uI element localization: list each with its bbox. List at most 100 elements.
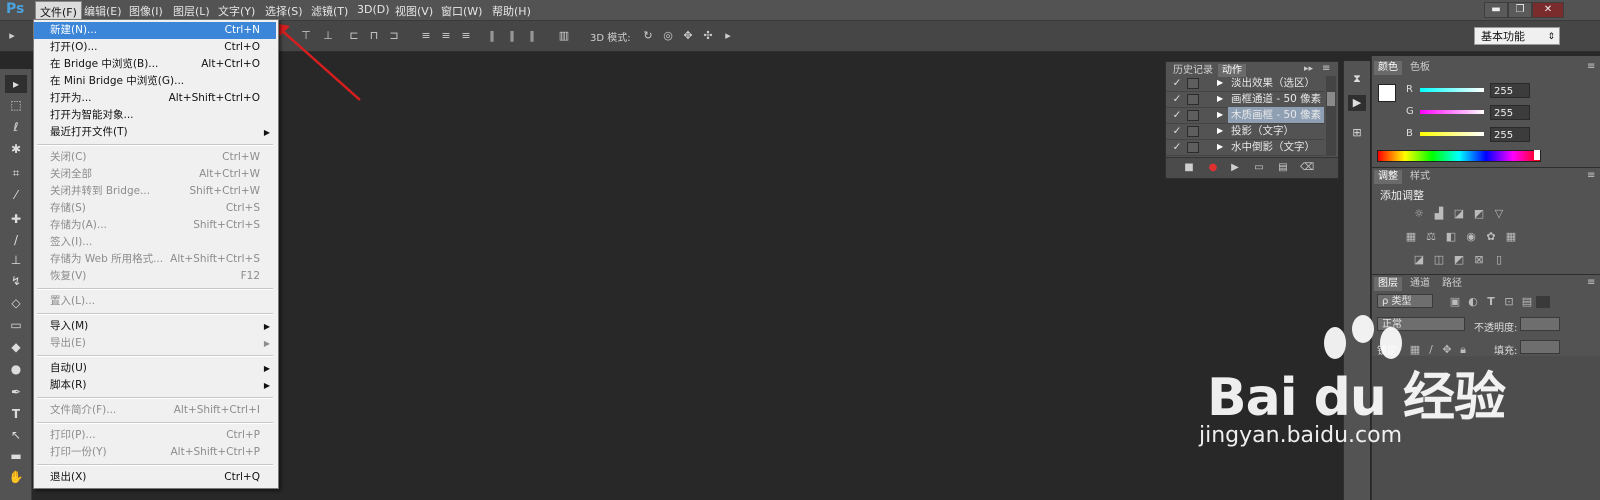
distribute-left-icon[interactable]: ‖ <box>486 30 498 42</box>
blur-tool-icon[interactable]: ◆ <box>5 338 27 356</box>
black-white-icon[interactable]: ◧ <box>1444 231 1458 243</box>
menu-item-open[interactable]: 打开(O)... Ctrl+O <box>34 39 276 56</box>
menu-item-browse-bridge[interactable]: 在 Bridge 中浏览(B)... Alt+Ctrl+O <box>34 56 276 73</box>
panel-menu-icon[interactable]: ≡ <box>1587 61 1595 72</box>
gradient-map-icon[interactable]: ▯ <box>1492 254 1506 266</box>
green-slider[interactable] <box>1420 110 1484 114</box>
brush-tool-icon[interactable]: / <box>5 231 27 249</box>
tab-adjustments[interactable]: 调整 <box>1374 170 1402 184</box>
menu-select[interactable]: 选择(S) <box>265 3 303 19</box>
menu-type[interactable]: 文字(Y) <box>218 3 255 19</box>
gradient-tool-icon[interactable]: ▭ <box>5 316 27 334</box>
menu-layer[interactable]: 图层(L) <box>173 3 210 19</box>
play-icon[interactable]: ▶ <box>1228 161 1242 175</box>
menu-edit[interactable]: 编辑(E) <box>84 3 122 19</box>
dodge-tool-icon[interactable]: ● <box>5 360 27 378</box>
type-filter-icon[interactable]: T <box>1484 296 1498 308</box>
threshold-icon[interactable]: ◩ <box>1452 254 1466 266</box>
posterize-icon[interactable]: ◫ <box>1432 254 1446 266</box>
menu-image[interactable]: 图像(I) <box>129 3 163 19</box>
distribute-top-icon[interactable]: ≡ <box>420 30 432 42</box>
path-select-icon[interactable]: ↖ <box>5 426 27 444</box>
dialog-toggle-icon[interactable] <box>1187 142 1199 153</box>
dialog-toggle-icon[interactable] <box>1187 78 1199 89</box>
pixel-filter-icon[interactable]: ▣ <box>1448 296 1462 308</box>
dialog-toggle-icon[interactable] <box>1187 126 1199 137</box>
menu-item-open-smart-object[interactable]: 打开为智能对象... <box>34 107 276 124</box>
curves-icon[interactable]: ◪ <box>1452 208 1466 220</box>
foreground-color-swatch[interactable] <box>1378 84 1396 102</box>
action-row[interactable]: ✓ ▶ 投影（文字） <box>1166 123 1324 140</box>
tab-color[interactable]: 颜色 <box>1374 61 1402 75</box>
new-action-icon[interactable]: ▤ <box>1276 161 1290 175</box>
adjust-filter-icon[interactable]: ◐ <box>1466 296 1480 308</box>
shape-tool-icon[interactable]: ▬ <box>5 447 27 465</box>
dialog-toggle-icon[interactable] <box>1187 94 1199 105</box>
close-icon[interactable]: ✕ <box>1532 2 1564 18</box>
stamp-tool-icon[interactable]: ⊥ <box>5 251 27 269</box>
shape-filter-icon[interactable]: ⊡ <box>1502 296 1516 308</box>
eraser-tool-icon[interactable]: ◇ <box>5 294 27 312</box>
check-icon[interactable]: ✓ <box>1170 123 1184 139</box>
action-row[interactable]: ✓ ▶ 淡出效果（选区） <box>1166 75 1324 92</box>
tab-swatches[interactable]: 色板 <box>1406 61 1434 75</box>
channel-mixer-icon[interactable]: ✿ <box>1484 231 1498 243</box>
move-tool-icon[interactable]: ▸ <box>6 30 18 42</box>
expand-triangle-icon[interactable]: ▶ <box>1217 139 1223 155</box>
red-value[interactable]: 255 <box>1490 83 1530 98</box>
menu-window[interactable]: 窗口(W) <box>441 3 482 19</box>
menu-filter[interactable]: 滤镜(T) <box>311 3 348 19</box>
hand-tool-icon[interactable]: ✋ <box>5 468 27 486</box>
vibrance-icon[interactable]: ▽ <box>1492 208 1506 220</box>
menu-help[interactable]: 帮助(H) <box>492 3 531 19</box>
check-icon[interactable]: ✓ <box>1170 139 1184 155</box>
distribute-vcenter-icon[interactable]: ≡ <box>440 30 452 42</box>
blue-value[interactable]: 255 <box>1490 127 1530 142</box>
magic-wand-icon[interactable]: ✱ <box>5 140 27 158</box>
menu-item-scripts[interactable]: 脚本(R) ▶ <box>34 377 276 394</box>
history-brush-icon[interactable]: ↯ <box>5 272 27 290</box>
record-icon[interactable]: ● <box>1206 161 1220 175</box>
invert-icon[interactable]: ◪ <box>1412 254 1426 266</box>
blue-slider[interactable] <box>1420 132 1484 136</box>
drag-3d-icon[interactable]: ✥ <box>682 30 694 42</box>
expand-triangle-icon[interactable]: ▶ <box>1217 75 1223 91</box>
properties-panel-icon[interactable]: ⊞ <box>1348 125 1366 141</box>
levels-icon[interactable]: ▟ <box>1432 208 1446 220</box>
panel-menu-icon[interactable]: ≡ <box>1322 63 1330 74</box>
tab-channels[interactable]: 通道 <box>1406 277 1434 291</box>
tab-paths[interactable]: 路径 <box>1438 277 1466 291</box>
scale-3d-icon[interactable]: ▸ <box>722 30 734 42</box>
check-icon[interactable]: ✓ <box>1170 75 1184 91</box>
layer-filter-select[interactable]: ρ 类型 <box>1377 294 1433 308</box>
tab-layers[interactable]: 图层 <box>1374 277 1402 291</box>
roll-3d-icon[interactable]: ◎ <box>662 30 674 42</box>
stop-icon[interactable]: ■ <box>1182 161 1196 175</box>
color-balance-icon[interactable]: ⚖ <box>1424 231 1438 243</box>
smart-filter-icon[interactable]: ▤ <box>1520 296 1534 308</box>
expand-triangle-icon[interactable]: ▶ <box>1217 91 1223 107</box>
auto-align-icon[interactable]: ▥ <box>558 30 570 42</box>
slide-3d-icon[interactable]: ✣ <box>702 30 714 42</box>
red-slider[interactable] <box>1420 88 1484 92</box>
menu-item-recent-files[interactable]: 最近打开文件(T) ▶ <box>34 124 276 141</box>
color-spectrum[interactable] <box>1377 150 1541 162</box>
trash-icon[interactable]: ⌫ <box>1300 161 1314 175</box>
lasso-tool-icon[interactable]: ℓ <box>5 118 27 136</box>
distribute-hcenter-icon[interactable]: ‖ <box>506 30 518 42</box>
healing-brush-icon[interactable]: ✚ <box>5 210 27 228</box>
expand-triangle-icon[interactable]: ▶ <box>1217 123 1223 139</box>
panel-menu-icon[interactable]: ≡ <box>1587 170 1595 181</box>
marquee-tool-icon[interactable]: ⬚ <box>5 96 27 114</box>
history-panel-icon[interactable]: ⧗ <box>1348 71 1366 87</box>
fill-input[interactable] <box>1520 340 1560 354</box>
action-row[interactable]: ✓ ▶ 木质画框 - 50 像素 <box>1166 107 1325 124</box>
green-value[interactable]: 255 <box>1490 105 1530 120</box>
photo-filter-icon[interactable]: ◉ <box>1464 231 1478 243</box>
rotate-3d-icon[interactable]: ↻ <box>642 30 654 42</box>
restore-icon[interactable]: ❐ <box>1508 2 1532 18</box>
action-row[interactable]: ✓ ▶ 水中倒影（文字） <box>1166 139 1324 156</box>
tab-styles[interactable]: 样式 <box>1406 170 1434 184</box>
pen-tool-icon[interactable]: ✒ <box>5 383 27 401</box>
panel-menu-icon[interactable]: ≡ <box>1587 277 1595 288</box>
